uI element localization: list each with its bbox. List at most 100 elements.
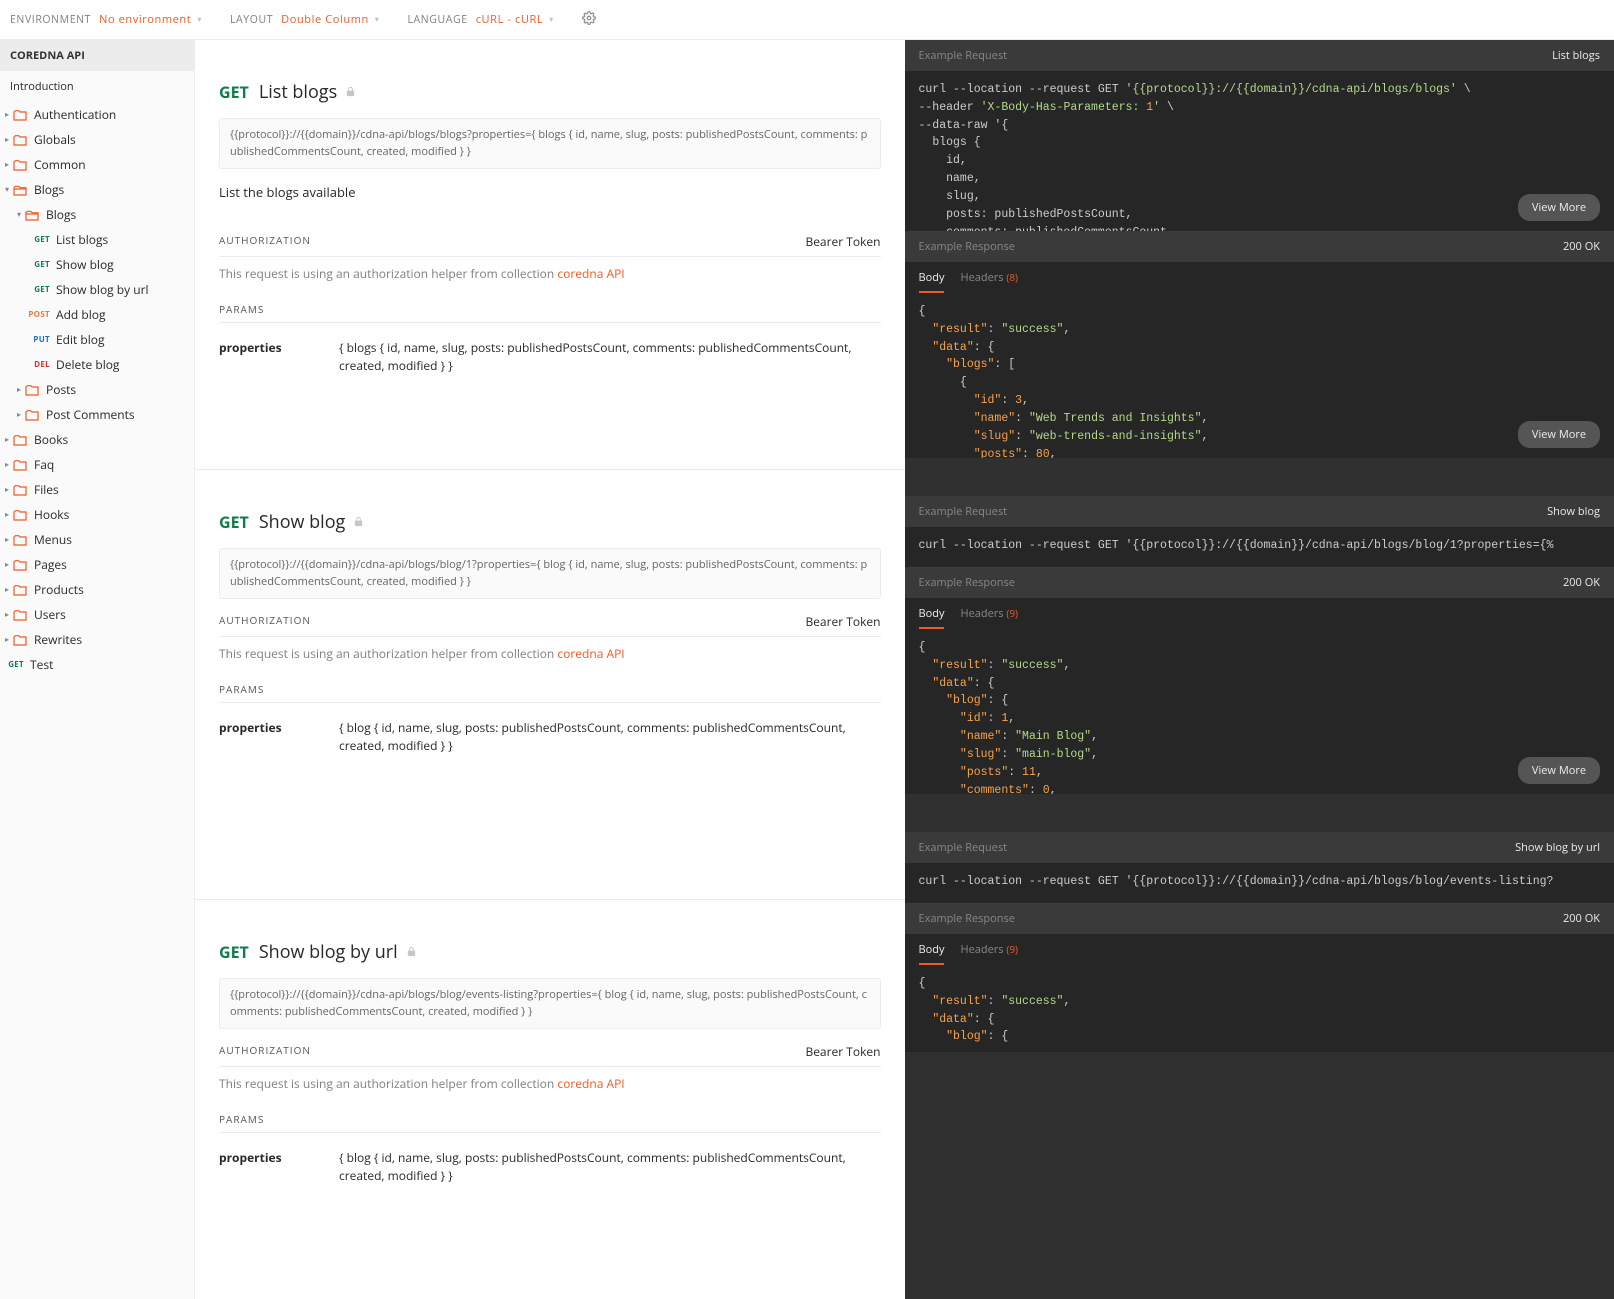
endpoint-section: GETList blogs {{protocol}}://{{domain}}/… (195, 40, 905, 470)
auth-section-label: AUTHORIZATIONBearer Token (219, 1043, 881, 1067)
sidebar-request-item[interactable]: DELDelete blog (0, 352, 194, 377)
endpoint-section: GET Show blog {{protocol}}://{{domain}}/c… (195, 470, 905, 900)
response-code-block: { "result": "success", "data": { "blogs"… (905, 293, 1614, 458)
method-badge: GET (28, 259, 50, 270)
auth-note: This request is using an authorization h… (219, 265, 881, 282)
request-code-block: curl --location --request GET '{{protoco… (905, 863, 1614, 903)
endpoint-url: {{protocol}}://{{domain}}/cdna-api/blogs… (219, 548, 881, 599)
method-badge: POST (28, 309, 50, 320)
folder-icon (12, 433, 28, 446)
auth-collection-link[interactable]: coredna API (557, 645, 624, 662)
endpoint-name: Show blog by url (259, 940, 398, 964)
params-section-label: PARAMS (219, 682, 881, 703)
endpoint-url: {{protocol}}://{{domain}}/cdna-api/blogs… (219, 978, 881, 1029)
tab-headers[interactable]: Headers (8) (960, 262, 1018, 293)
sidebar-folder[interactable]: ▸Menus (0, 527, 194, 552)
folder-icon (12, 133, 28, 146)
auth-collection-link[interactable]: coredna API (557, 265, 624, 282)
method-badge: GET (28, 284, 50, 295)
sidebar-folder-blogs[interactable]: ▾Blogs (0, 177, 194, 202)
sidebar-folder[interactable]: ▸Books (0, 427, 194, 452)
tab-headers[interactable]: Headers (9) (960, 934, 1018, 965)
view-more-button[interactable]: View More (1518, 194, 1600, 221)
example-response-header: Example Response200 OK (905, 231, 1614, 262)
sidebar-folder[interactable]: ▸Faq (0, 452, 194, 477)
folder-icon (12, 608, 28, 621)
response-tabs: Body Headers (8) (905, 262, 1614, 293)
request-code-block: curl --location --request GET '{{protoco… (905, 527, 1614, 567)
endpoint-name: List blogs (259, 80, 337, 104)
response-tabs: Body Headers (9) (905, 598, 1614, 629)
folder-icon (24, 383, 40, 396)
sidebar-folder[interactable]: ▸Users (0, 602, 194, 627)
example-request-header: Example RequestList blogs (905, 40, 1614, 71)
example-request-header: Example RequestShow blog by url (905, 832, 1614, 863)
request-code-block: curl --location --request GET '{{protoco… (905, 71, 1614, 231)
auth-collection-link[interactable]: coredna API (557, 1075, 624, 1092)
tab-headers[interactable]: Headers (9) (960, 598, 1018, 629)
auth-note: This request is using an authorization h… (219, 645, 881, 662)
tab-body[interactable]: Body (919, 934, 945, 965)
folder-open-icon (12, 183, 28, 196)
sidebar-request-item[interactable]: PUTEdit blog (0, 327, 194, 352)
topbar: ENVIRONMENTNo environment▾ LAYOUTDouble … (0, 0, 1614, 40)
folder-icon (12, 108, 28, 121)
param-key: properties (219, 719, 339, 755)
folder-icon (12, 508, 28, 521)
endpoint-name: Show blog (259, 510, 346, 534)
tab-body[interactable]: Body (919, 598, 945, 629)
folder-icon (12, 158, 28, 171)
method-badge: GET (28, 234, 50, 245)
view-more-button[interactable]: View More (1518, 421, 1600, 448)
lock-icon (353, 514, 364, 531)
sidebar-folder[interactable]: ▸Rewrites (0, 627, 194, 652)
params-section-label: PARAMS (219, 1112, 881, 1133)
example-response-header: Example Response200 OK (905, 903, 1614, 934)
sidebar-folder[interactable]: ▸Pages (0, 552, 194, 577)
endpoint-description: List the blogs available (219, 183, 881, 201)
folder-icon (24, 408, 40, 421)
sidebar-subfolder[interactable]: ▸Post Comments (0, 402, 194, 427)
sidebar-subfolder-blogs[interactable]: ▾Blogs (0, 202, 194, 227)
endpoint-method: GET (219, 511, 249, 533)
sidebar-request-item[interactable]: GETShow blog by url (0, 277, 194, 302)
example-request-header: Example RequestShow blog (905, 496, 1614, 527)
folder-icon (12, 583, 28, 596)
lock-icon (345, 84, 356, 101)
sidebar-folder[interactable]: ▸Common (0, 152, 194, 177)
folder-icon (12, 458, 28, 471)
param-value: { blogs { id, name, slug, posts: publish… (339, 339, 881, 375)
sidebar-folder[interactable]: ▸Products (0, 577, 194, 602)
sidebar-intro[interactable]: Introduction (0, 71, 194, 102)
sidebar-request-item[interactable]: GETList blogs (0, 227, 194, 252)
language-selector[interactable]: LANGUAGEcURL - cURL▾ (407, 12, 553, 27)
folder-icon (12, 558, 28, 571)
gear-icon[interactable] (582, 11, 596, 29)
param-value: { blog { id, name, slug, posts: publishe… (339, 719, 881, 755)
sidebar-folder[interactable]: ▸Files (0, 477, 194, 502)
view-more-button[interactable]: View More (1518, 757, 1600, 784)
code-column: Example RequestList blogs curl --locatio… (905, 40, 1614, 1299)
sidebar-request-test[interactable]: GETTest (0, 652, 194, 677)
doc-column: GET List blogs {{protocol}}://{{domain}}/… (195, 40, 905, 1299)
layout-selector[interactable]: LAYOUTDouble Column▾ (230, 12, 380, 27)
sidebar-folder[interactable]: ▸Globals (0, 127, 194, 152)
tab-body[interactable]: Body (919, 262, 945, 293)
folder-open-icon (24, 208, 40, 221)
sidebar-subfolder[interactable]: ▸Posts (0, 377, 194, 402)
auth-note: This request is using an authorization h… (219, 1075, 881, 1092)
sidebar-folder[interactable]: ▸Authentication (0, 102, 194, 127)
param-key: properties (219, 1149, 339, 1185)
endpoint-section: GET Show blog by url {{protocol}}://{{dom… (195, 900, 905, 1299)
sidebar-request-item[interactable]: POSTAdd blog (0, 302, 194, 327)
folder-icon (12, 483, 28, 496)
example-response-header: Example Response200 OK (905, 567, 1614, 598)
response-tabs: Body Headers (9) (905, 934, 1614, 965)
sidebar-request-item[interactable]: GETShow blog (0, 252, 194, 277)
endpoint-method: GET (219, 941, 249, 963)
lock-icon (406, 944, 417, 961)
endpoint-method: GET (219, 81, 249, 103)
env-selector[interactable]: ENVIRONMENTNo environment▾ (10, 12, 202, 27)
folder-icon (12, 633, 28, 646)
sidebar-folder[interactable]: ▸Hooks (0, 502, 194, 527)
